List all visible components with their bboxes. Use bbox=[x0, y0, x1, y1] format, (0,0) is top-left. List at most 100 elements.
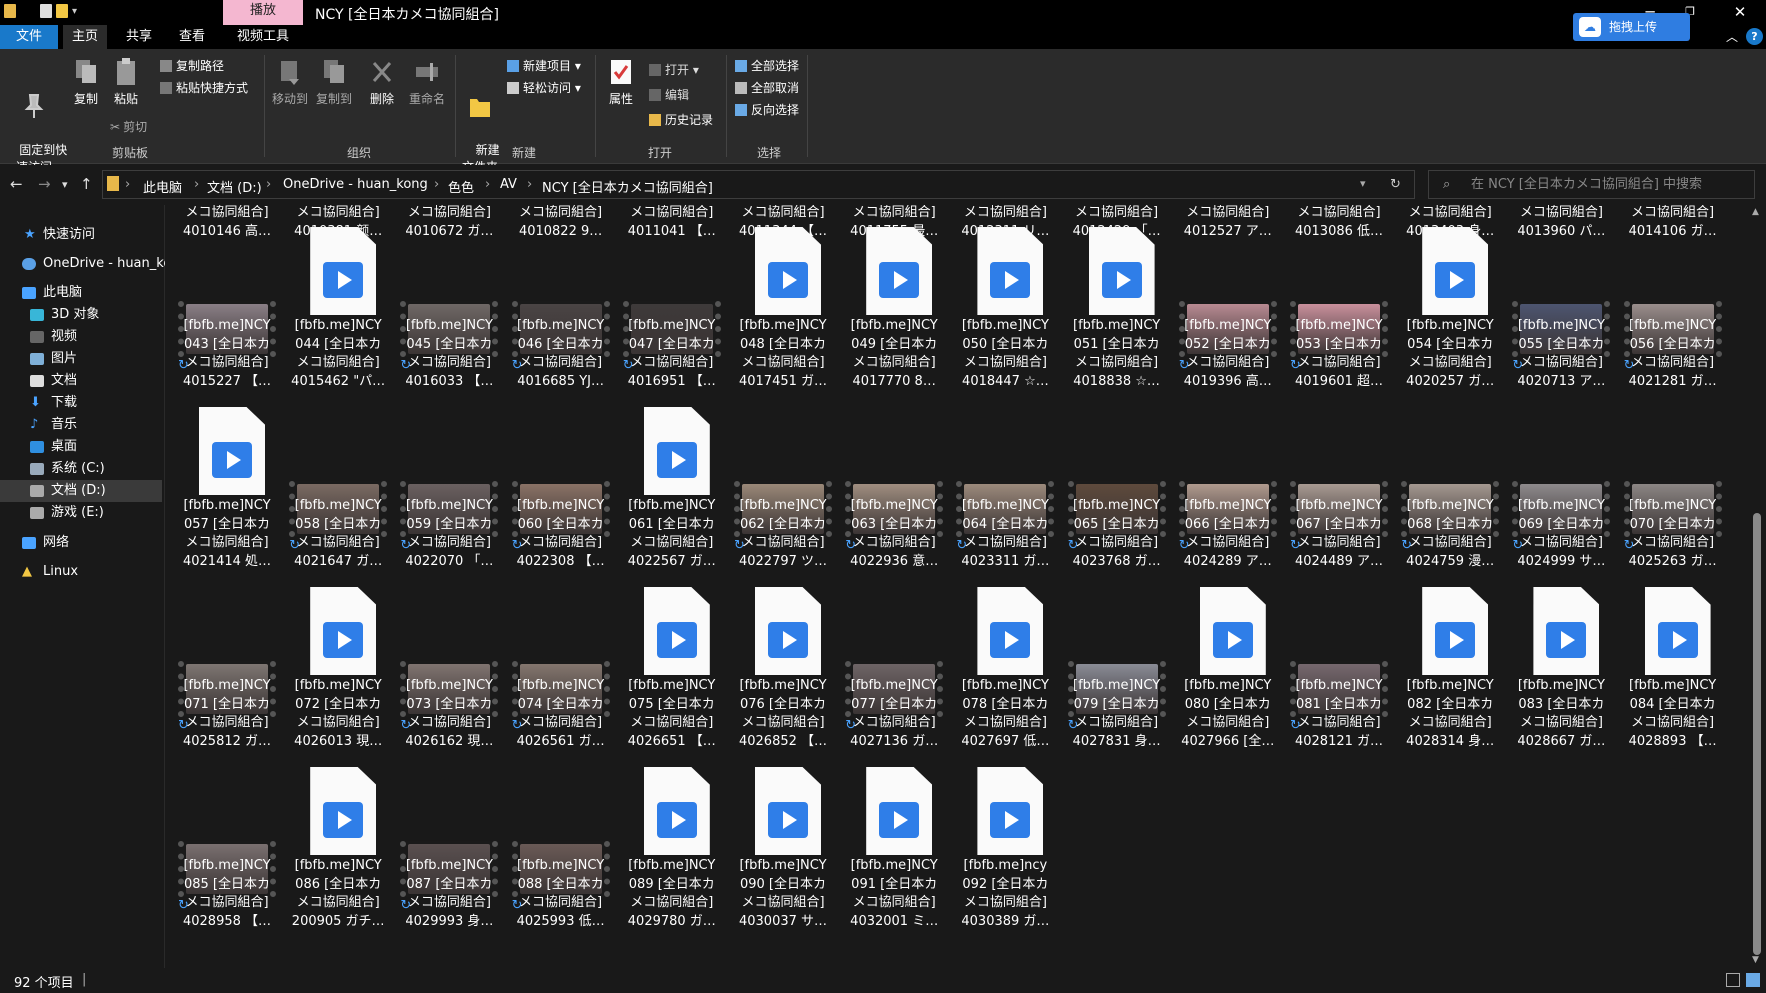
nav-item-documents[interactable]: 文档 bbox=[0, 370, 165, 392]
file-item[interactable]: [fbfb.me]NCY 080 [全日本カ メコ協同組合] 4027966 [… bbox=[1166, 583, 1276, 755]
properties-button[interactable]: 属性 bbox=[600, 57, 642, 108]
file-item[interactable]: ↻ [fbfb.me]NCY 060 [全日本カ メコ協同組合] 4022308 … bbox=[499, 403, 610, 575]
edit-button[interactable]: 编辑 bbox=[649, 87, 689, 103]
file-item[interactable]: ↻ [fbfb.me]NCY 065 [全日本カ メコ協同組合] 4023768 … bbox=[1055, 403, 1166, 575]
breadcrumb-drive-d[interactable]: 文档 (D:) bbox=[207, 177, 262, 196]
file-item[interactable]: ↻ [fbfb.me]NCY 081 [全日本カ メコ協同組合] 4028121 … bbox=[1277, 583, 1388, 755]
file-item[interactable]: [fbfb.me]NCY 050 [全日本カ メコ協同組合] 4018447 ☆… bbox=[943, 223, 1053, 395]
file-item[interactable]: [fbfb.me]NCY 044 [全日本カ メコ協同組合] 4015462 "… bbox=[276, 223, 386, 395]
nav-item-network[interactable]: 网络 bbox=[0, 532, 165, 554]
file-item[interactable]: ↻ [fbfb.me]NCY 085 [全日本カ メコ協同組合] 4028958 … bbox=[165, 763, 276, 935]
rename-button[interactable]: 重命名 bbox=[404, 57, 450, 108]
close-button[interactable]: ✕ bbox=[1720, 0, 1760, 25]
nav-item-drive-c[interactable]: 系统 (C:) bbox=[0, 458, 165, 480]
tab-video-tools[interactable]: 视频工具 bbox=[228, 25, 298, 49]
paste-shortcut-button[interactable]: 粘贴快捷方式 bbox=[160, 80, 248, 96]
file-item[interactable]: ↻ [fbfb.me]NCY 088 [全日本カ メコ協同組合] 4025993 … bbox=[499, 763, 610, 935]
file-item[interactable]: ↻ [fbfb.me]NCY 046 [全日本カ メコ協同組合] 4016685 … bbox=[499, 223, 610, 395]
file-item[interactable]: ↻ [fbfb.me]NCY 064 [全日本カ メコ協同組合] 4023311 … bbox=[943, 403, 1055, 575]
breadcrumb-onedrive[interactable]: OneDrive - huan_kong bbox=[283, 177, 428, 192]
select-none-button[interactable]: 全部取消 bbox=[735, 80, 799, 96]
select-all-button[interactable]: 全部选择 bbox=[735, 58, 799, 74]
paste-button[interactable]: 粘贴 bbox=[106, 57, 146, 108]
scroll-down-icon[interactable]: ▼ bbox=[1752, 955, 1759, 965]
vertical-scrollbar[interactable]: ▲ ▼ bbox=[1748, 205, 1766, 968]
file-item[interactable]: [fbfb.me]NCY 083 [全日本カ メコ協同組合] 4028667 ガ… bbox=[1499, 583, 1609, 755]
breadcrumb-av[interactable]: AV bbox=[500, 177, 517, 192]
easy-access-button[interactable]: 轻松访问 ▾ bbox=[507, 80, 581, 96]
nav-item-videos[interactable]: 视频 bbox=[0, 326, 165, 348]
file-item[interactable]: ↻ [fbfb.me]NCY 066 [全日本カ メコ協同組合] 4024289 … bbox=[1166, 403, 1277, 575]
scroll-up-icon[interactable]: ▲ bbox=[1752, 207, 1759, 217]
open-button[interactable]: 打开 ▾ bbox=[649, 62, 699, 78]
file-item[interactable]: [fbfb.me]ncy 092 [全日本カ メコ協同組合] 4030389 ガ… bbox=[943, 763, 1053, 935]
tab-share[interactable]: 共享 bbox=[117, 25, 161, 49]
file-item[interactable]: [fbfb.me]NCY 049 [全日本カ メコ協同組合] 4017770 8… bbox=[832, 223, 942, 395]
file-item[interactable]: ↻ [fbfb.me]NCY 079 [全日本カ メコ協同組合] 4027831 … bbox=[1055, 583, 1166, 755]
file-item[interactable]: ↻ [fbfb.me]NCY 053 [全日本カ メコ協同組合] 4019601 … bbox=[1277, 223, 1388, 395]
up-button[interactable]: ↑ bbox=[80, 175, 93, 193]
file-item[interactable]: ↻ [fbfb.me]NCY 045 [全日本カ メコ協同組合] 4016033 … bbox=[387, 223, 499, 395]
file-item[interactable]: [fbfb.me]NCY 090 [全日本カ メコ協同組合] 4030037 サ… bbox=[721, 763, 831, 935]
file-item[interactable]: ↻ [fbfb.me]NCY 069 [全日本カ メコ協同組合] 4024999 … bbox=[1499, 403, 1611, 575]
file-item[interactable]: ↻ [fbfb.me]NCY 074 [全日本カ メコ協同組合] 4026561 … bbox=[499, 583, 610, 755]
breadcrumb-sese[interactable]: 色色 bbox=[448, 177, 474, 196]
address-box[interactable]: › 此电脑 › 文档 (D:) › OneDrive - huan_kong ›… bbox=[102, 170, 1415, 199]
file-item[interactable]: ↻ [fbfb.me]NCY 068 [全日本カ メコ協同組合] 4024759 … bbox=[1388, 403, 1500, 575]
copy-to-button[interactable]: 复制到 bbox=[312, 57, 356, 108]
nav-item-downloads[interactable]: ⬇ 下载 bbox=[0, 392, 165, 414]
refresh-icon[interactable]: ↻ bbox=[1390, 177, 1401, 192]
file-item[interactable]: ↻ [fbfb.me]NCY 055 [全日本カ メコ協同組合] 4020713 … bbox=[1499, 223, 1611, 395]
nav-item-onedrive[interactable]: OneDrive - huan_kong bbox=[0, 253, 165, 275]
details-view-icon[interactable] bbox=[1726, 973, 1740, 987]
file-item[interactable]: [fbfb.me]NCY 086 [全日本カ メコ協同組合] 200905 ガチ… bbox=[276, 763, 386, 935]
back-button[interactable]: ← bbox=[10, 175, 23, 193]
tab-home[interactable]: 主页 bbox=[63, 25, 107, 49]
new-item-button[interactable]: 新建项目 ▾ bbox=[507, 58, 581, 74]
forward-button[interactable]: → bbox=[38, 175, 51, 193]
file-item[interactable]: [fbfb.me]NCY 091 [全日本カ メコ協同組合] 4032001 ミ… bbox=[832, 763, 942, 935]
collapse-ribbon-icon[interactable]: ︿ bbox=[1722, 25, 1742, 49]
nav-item-drive-d[interactable]: 文档 (D:) bbox=[0, 480, 162, 502]
nav-item-drive-e[interactable]: 游戏 (E:) bbox=[0, 502, 165, 524]
history-button[interactable]: 历史记录 bbox=[649, 112, 713, 128]
nav-item-linux[interactable]: ▲ Linux bbox=[0, 561, 165, 583]
file-item[interactable]: ↻ [fbfb.me]NCY 062 [全日本カ メコ協同組合] 4022797 … bbox=[721, 403, 832, 575]
nav-item-this-pc[interactable]: 此电脑 bbox=[0, 282, 165, 304]
file-item[interactable]: [fbfb.me]NCY 057 [全日本カ メコ協同組合] 4021414 処… bbox=[165, 403, 275, 575]
upload-button[interactable]: ☁ 拖拽上传 bbox=[1573, 13, 1690, 41]
file-item[interactable]: ↻ [fbfb.me]NCY 052 [全日本カ メコ協同組合] 4019396 … bbox=[1166, 223, 1277, 395]
file-item[interactable]: ↻ [fbfb.me]NCY 063 [全日本カ メコ協同組合] 4022936 … bbox=[832, 403, 944, 575]
nav-item-3d-objects[interactable]: 3D 对象 bbox=[0, 304, 165, 326]
cut-button[interactable]: ✂ 剪切 bbox=[110, 119, 147, 135]
file-item[interactable]: [fbfb.me]NCY 072 [全日本カ メコ協同組合] 4026013 現… bbox=[276, 583, 386, 755]
file-item[interactable]: [fbfb.me]NCY 082 [全日本カ メコ協同組合] 4028314 身… bbox=[1388, 583, 1498, 755]
copy-path-button[interactable]: 复制路径 bbox=[160, 58, 224, 74]
file-item[interactable]: ↻ [fbfb.me]NCY 071 [全日本カ メコ協同組合] 4025812 … bbox=[165, 583, 276, 755]
address-history-icon[interactable]: ▾ bbox=[1360, 177, 1366, 190]
nav-item-quick-access[interactable]: ★ 快速访问 bbox=[0, 224, 165, 246]
file-item[interactable]: [fbfb.me]NCY 054 [全日本カ メコ協同組合] 4020257 ガ… bbox=[1388, 223, 1498, 395]
recent-locations-icon[interactable]: ▾ bbox=[62, 178, 68, 191]
file-item[interactable]: [fbfb.me]NCY 048 [全日本カ メコ協同組合] 4017451 ガ… bbox=[721, 223, 831, 395]
tab-view[interactable]: 查看 bbox=[170, 25, 214, 49]
file-item[interactable]: ↻ [fbfb.me]NCY 087 [全日本カ メコ協同組合] 4029993 … bbox=[387, 763, 499, 935]
context-tab-play[interactable]: 播放 bbox=[223, 0, 303, 25]
file-item[interactable]: [fbfb.me]NCY 051 [全日本カ メコ協同組合] 4018838 ☆… bbox=[1055, 223, 1165, 395]
file-item[interactable]: [fbfb.me]NCY 089 [全日本カ メコ協同組合] 4029780 ガ… bbox=[610, 763, 720, 935]
file-item[interactable]: ↻ [fbfb.me]NCY 067 [全日本カ メコ協同組合] 4024489 … bbox=[1277, 403, 1388, 575]
nav-item-desktop[interactable]: 桌面 bbox=[0, 436, 165, 458]
breadcrumb-this-pc[interactable]: 此电脑 bbox=[143, 177, 182, 196]
scrollbar-thumb[interactable] bbox=[1753, 513, 1761, 955]
file-item[interactable]: [fbfb.me]NCY 084 [全日本カ メコ協同組合] 4028893 【… bbox=[1611, 583, 1721, 755]
move-to-button[interactable]: 移动到 bbox=[268, 57, 312, 108]
file-item[interactable]: [fbfb.me]NCY 061 [全日本カ メコ協同組合] 4022567 ガ… bbox=[610, 403, 720, 575]
file-item[interactable]: ↻ [fbfb.me]NCY 056 [全日本カ メコ協同組合] 4021281 … bbox=[1611, 223, 1722, 395]
file-list[interactable]: メコ協同組合] 4010146 高…メコ協同組合] 4010381 颜…メコ協同… bbox=[165, 205, 1747, 968]
file-item[interactable]: [fbfb.me]NCY 078 [全日本カ メコ協同組合] 4027697 低… bbox=[943, 583, 1053, 755]
file-item[interactable]: ↻ [fbfb.me]NCY 058 [全日本カ メコ協同組合] 4021647 … bbox=[276, 403, 388, 575]
large-icons-view-icon[interactable] bbox=[1746, 973, 1760, 987]
file-item[interactable]: ↻ [fbfb.me]NCY 077 [全日本カ メコ協同組合] 4027136 … bbox=[832, 583, 944, 755]
new-folder-icon[interactable] bbox=[56, 4, 68, 18]
nav-item-music[interactable]: ♪ 音乐 bbox=[0, 414, 165, 436]
